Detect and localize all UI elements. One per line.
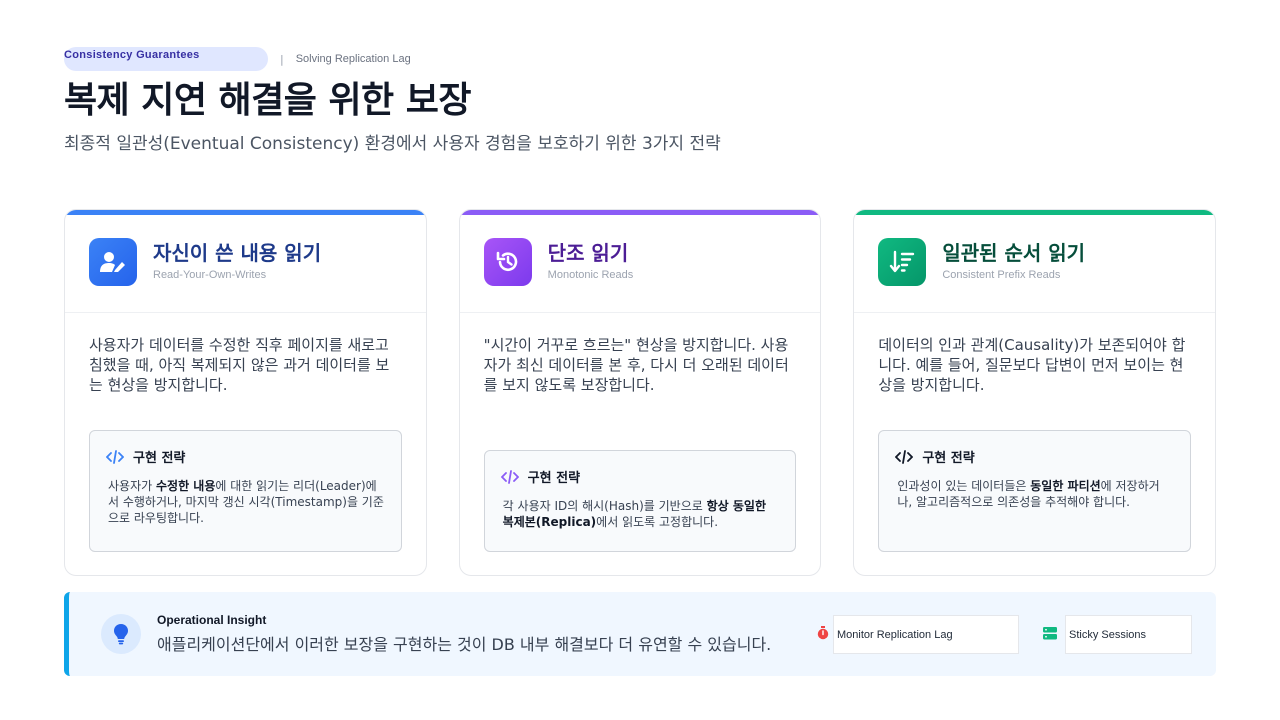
page-subtitle: 최종적 일관성(Eventual Consistency) 환경에서 사용자 경… xyxy=(64,134,721,154)
card-description: 데이터의 인과 관계(Causality)가 보존되어야 합니다. 예를 들어,… xyxy=(878,336,1186,394)
strategy-label: 구현 전략 xyxy=(527,471,581,486)
strategy-text-part: 에서 읽도록 고정합니다. xyxy=(596,515,719,529)
card-header: 일관된 순서 읽기 Consistent Prefix Reads xyxy=(854,210,1216,313)
card-title: 자신이 쓴 내용 읽기 xyxy=(153,241,322,265)
strategy-text: 인과성이 있는 데이터들은 동일한 파티션에 저장하거나, 알고리즘적으로 의존… xyxy=(895,478,1174,510)
section-label: Solving Replication Lag xyxy=(295,53,411,65)
badge-separator: | xyxy=(280,52,284,66)
card-header: 단조 읽기 Monotonic Reads xyxy=(459,210,821,313)
insight-label: Operational Insight xyxy=(157,613,267,627)
category-badge: Consistency Guarantees xyxy=(64,47,268,71)
implementation-strategy: 구현 전략 사용자가 수정한 내용에 대한 읽기는 리더(Leader)에서 수… xyxy=(89,430,402,552)
card-title: 단조 읽기 xyxy=(547,241,629,265)
implementation-strategy: 구현 전략 인과성이 있는 데이터들은 동일한 파티션에 저장하거나, 알고리즘… xyxy=(878,430,1192,552)
strategy-text-part: 사용자가 xyxy=(108,479,156,493)
strategy-text: 각 사용자 ID의 해시(Hash)를 기반으로 항상 동일한 복제본(Repl… xyxy=(501,498,780,530)
user-edit-icon xyxy=(89,238,137,286)
strategy-emphasis: 동일한 파티션 xyxy=(1030,479,1101,493)
operational-insight-banner: Operational Insight 애플리케이션단에서 이러한 보장을 구현… xyxy=(64,592,1216,676)
strategy-text-part: 인과성이 있는 데이터들은 xyxy=(897,479,1031,493)
strategy-label: 구현 전략 xyxy=(133,451,186,466)
strategy-label: 구현 전략 xyxy=(922,451,975,466)
code-icon xyxy=(500,469,519,484)
card-accent-bar xyxy=(65,210,426,215)
insight-text: 애플리케이션단에서 이러한 보장을 구현하는 것이 DB 내부 해결보다 더 유… xyxy=(157,635,772,654)
strategy-text: 사용자가 수정한 내용에 대한 읽기는 리더(Leader)에서 수행하거나, … xyxy=(106,478,385,526)
card-subtitle: Monotonic Reads xyxy=(547,269,634,281)
card-subtitle: Consistent Prefix Reads xyxy=(942,269,1061,281)
implementation-strategy: 구현 전략 각 사용자 ID의 해시(Hash)를 기반으로 항상 동일한 복제… xyxy=(483,450,797,552)
page-title: 복제 지연 해결을 위한 보장 xyxy=(64,80,471,121)
stopwatch-icon xyxy=(817,626,829,640)
card-monotonic-reads: 단조 읽기 Monotonic Reads "시간이 거꾸로 흐르는" 현상을 … xyxy=(458,209,822,576)
server-icon xyxy=(1043,627,1057,640)
card-header: 자신이 쓴 내용 읽기 Read-Your-Own-Writes xyxy=(65,210,426,313)
sort-down-icon xyxy=(878,238,927,286)
strategy-text-part: 각 사용자 ID의 해시(Hash)를 기반으로 xyxy=(502,499,707,513)
strategy-cards: 자신이 쓴 내용 읽기 Read-Your-Own-Writes 사용자가 데이… xyxy=(64,209,1217,576)
card-accent-bar xyxy=(459,210,821,215)
strategy-header: 구현 전략 xyxy=(500,467,780,486)
card-read-your-own-writes: 자신이 쓴 내용 읽기 Read-Your-Own-Writes 사용자가 데이… xyxy=(64,209,427,576)
tag-monitor-replication-lag: Monitor Replication Lag xyxy=(833,615,1019,654)
card-consistent-prefix-reads: 일관된 순서 읽기 Consistent Prefix Reads 데이터의 인… xyxy=(853,209,1217,576)
card-description: 사용자가 데이터를 수정한 직후 페이지를 새로고침했을 때, 아직 복제되지 … xyxy=(89,336,390,394)
tag-sticky-sessions: Sticky Sessions xyxy=(1065,615,1192,654)
lightbulb-icon xyxy=(101,614,141,654)
badge-row: Consistency Guarantees | Solving Replica… xyxy=(64,47,1214,71)
card-accent-bar xyxy=(854,210,1216,215)
card-description: "시간이 거꾸로 흐르는" 현상을 방지합니다. 사용자가 최신 데이터를 본 … xyxy=(483,336,789,394)
history-icon xyxy=(483,238,532,286)
slide-header: Consistency Guarantees | Solving Replica… xyxy=(64,47,1214,155)
card-title: 일관된 순서 읽기 xyxy=(942,241,1086,265)
code-icon xyxy=(895,449,914,464)
code-icon xyxy=(106,449,124,464)
strategy-header: 구현 전략 xyxy=(895,447,1174,466)
strategy-emphasis: 수정한 내용 xyxy=(155,479,216,493)
strategy-header: 구현 전략 xyxy=(106,447,385,466)
card-subtitle: Read-Your-Own-Writes xyxy=(153,269,267,281)
